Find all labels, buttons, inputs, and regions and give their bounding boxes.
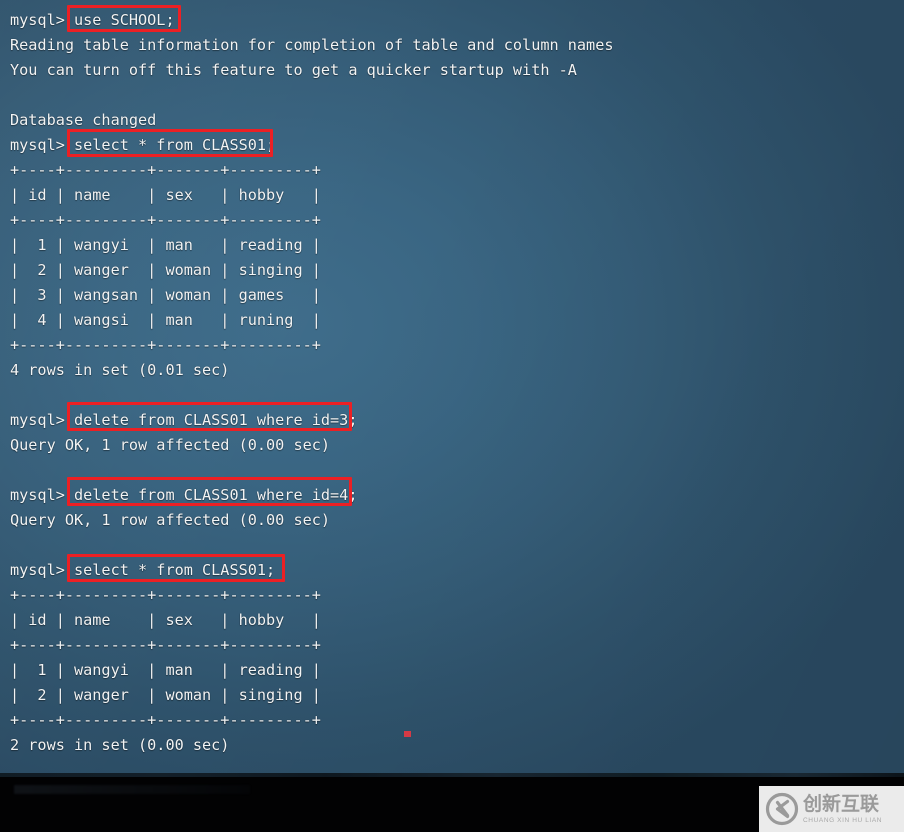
- highlight-delete-id4: [67, 477, 352, 506]
- terminal-line: 4 rows in set (0.01 sec): [10, 361, 230, 379]
- mysql-terminal-output[interactable]: mysql> use SCHOOL; Reading table informat…: [0, 0, 904, 773]
- terminal-line: | 1 | wangyi | man | reading |: [10, 236, 321, 254]
- watermark-pinyin: CHUANG XIN HU LIAN: [803, 816, 883, 824]
- terminal-line: | 4 | wangsi | man | runing |: [10, 311, 321, 329]
- watermark-text: 创新互联 CHUANG XIN HU LIAN: [803, 792, 883, 825]
- highlight-select-first: [67, 129, 273, 157]
- terminal-line: +----+---------+-------+---------+: [10, 336, 321, 354]
- taskbar-ghost-items: [14, 785, 250, 794]
- terminal-line: +----+---------+-------+---------+: [10, 636, 321, 654]
- terminal-line: | id | name | sex | hobby |: [10, 186, 321, 204]
- highlight-use-school: [67, 5, 181, 32]
- terminal-line: | 3 | wangsan | woman | games |: [10, 286, 321, 304]
- terminal-line: | 2 | wanger | woman | singing |: [10, 686, 321, 704]
- watermark-chinese: 创新互联: [803, 792, 880, 815]
- terminal-line: Reading table information for completion…: [10, 36, 614, 54]
- terminal-line: +----+---------+-------+---------+: [10, 711, 321, 729]
- red-pixel-artifact: [404, 731, 411, 737]
- terminal-line: You can turn off this feature to get a q…: [10, 61, 577, 79]
- terminal-line: +----+---------+-------+---------+: [10, 161, 321, 179]
- watermark-logo: 创新互联 CHUANG XIN HU LIAN: [759, 786, 904, 832]
- terminal-line: | 1 | wangyi | man | reading |: [10, 661, 321, 679]
- terminal-line: | id | name | sex | hobby |: [10, 611, 321, 629]
- terminal-line: +----+---------+-------+---------+: [10, 586, 321, 604]
- desktop-screen: mysql> use SCHOOL; Reading table informat…: [0, 0, 904, 832]
- taskbar-edge-noise: [0, 773, 904, 777]
- watermark-mark-icon: [765, 792, 799, 826]
- terminal-line: | 2 | wanger | woman | singing |: [10, 261, 321, 279]
- terminal-line: Query OK, 1 row affected (0.00 sec): [10, 436, 331, 454]
- terminal-line: +----+---------+-------+---------+: [10, 211, 321, 229]
- terminal-line: Query OK, 1 row affected (0.00 sec): [10, 511, 331, 529]
- terminal-line: 2 rows in set (0.00 sec): [10, 736, 230, 754]
- highlight-delete-id3: [67, 402, 352, 431]
- highlight-select-second: [67, 554, 285, 582]
